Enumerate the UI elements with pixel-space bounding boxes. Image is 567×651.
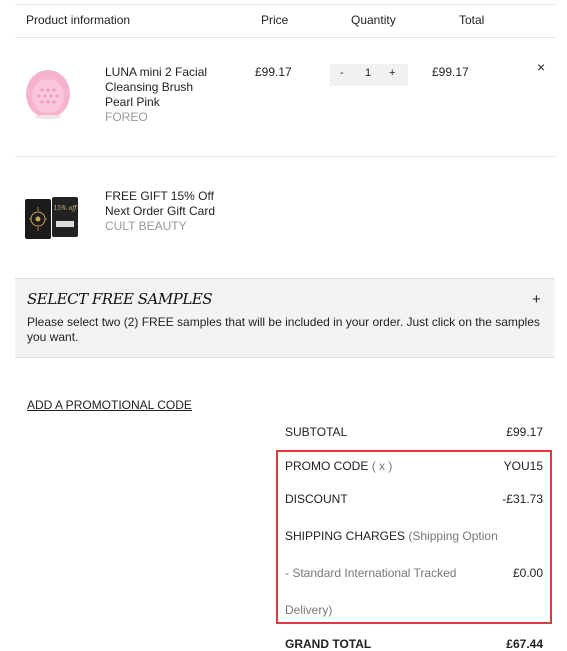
quantity-increase-button[interactable]: + xyxy=(389,67,395,79)
subtotal-label: SUBTOTAL xyxy=(285,425,348,439)
shipping-value: £0.00 xyxy=(512,566,543,580)
product-name-line: FREE GIFT 15% Off xyxy=(105,189,214,203)
shipping-option-text: - Standard International Tracked xyxy=(285,566,457,580)
header-total: Total xyxy=(459,13,485,27)
discount-label: DISCOUNT xyxy=(285,492,348,506)
product-brand: CULT BEAUTY xyxy=(105,219,187,233)
product-image[interactable] xyxy=(23,65,73,121)
grand-total-value: £67.44 xyxy=(506,637,543,651)
add-promo-code-link[interactable]: ADD A PROMOTIONAL CODE xyxy=(27,398,192,412)
shipping-option-text: Delivery) xyxy=(285,603,333,617)
product-name-line: Pearl Pink xyxy=(105,95,160,109)
shipping-label: SHIPPING CHARGES (Shipping Option xyxy=(285,529,498,543)
product-name[interactable]: LUNA mini 2 Facial Cleansing Brush Pearl… xyxy=(105,65,207,125)
card-text: 15% off xyxy=(53,205,78,212)
gift-card-image: 15% off xyxy=(25,197,78,239)
quantity-value[interactable]: 1 xyxy=(365,67,371,79)
quantity-stepper: - 1 + xyxy=(330,64,408,86)
cart-header: Product information Price Quantity Total xyxy=(15,4,555,38)
item-price: £99.17 xyxy=(255,65,292,79)
free-samples-panel: SELECT FREE SAMPLES + Please select two … xyxy=(15,278,555,358)
product-name-line: Cleansing Brush xyxy=(105,80,194,94)
facial-brush-image xyxy=(26,70,70,119)
item-total: £99.17 xyxy=(432,65,469,79)
cart-item: LUNA mini 2 Facial Cleansing Brush Pearl… xyxy=(15,37,555,157)
discount-value: -£31.73 xyxy=(502,492,543,506)
promo-code-label: PROMO CODE ( x ) xyxy=(285,459,392,473)
header-quantity: Quantity xyxy=(351,13,396,27)
promo-code-label-text: PROMO CODE xyxy=(285,459,369,473)
quantity-decrease-button[interactable]: - xyxy=(340,67,344,79)
product-image[interactable]: 15% off xyxy=(25,197,79,241)
shipping-option-text: (Shipping Option xyxy=(408,529,498,543)
cart-item: 15% off FREE GIFT 15% Off Next Order Gif… xyxy=(15,157,555,277)
product-name-line: LUNA mini 2 Facial xyxy=(105,65,208,79)
free-samples-description: Please select two (2) FREE samples that … xyxy=(27,315,540,344)
product-name-line: Next Order Gift Card xyxy=(105,204,216,218)
header-price: Price xyxy=(261,13,289,27)
promo-code-value: YOU15 xyxy=(503,459,543,473)
shipping-label-text: SHIPPING CHARGES xyxy=(285,529,406,543)
product-brand: FOREO xyxy=(105,110,148,124)
remove-promo-button[interactable]: ( x ) xyxy=(372,459,393,473)
header-product-info: Product information xyxy=(26,13,131,27)
free-samples-title[interactable]: SELECT FREE SAMPLES xyxy=(27,290,213,308)
subtotal-value: £99.17 xyxy=(506,425,543,439)
grand-total-label: GRAND TOTAL xyxy=(285,637,372,651)
expand-samples-icon[interactable]: + xyxy=(532,291,541,308)
product-name[interactable]: FREE GIFT 15% Off Next Order Gift Card C… xyxy=(105,189,215,234)
remove-item-icon[interactable]: × xyxy=(537,59,545,75)
